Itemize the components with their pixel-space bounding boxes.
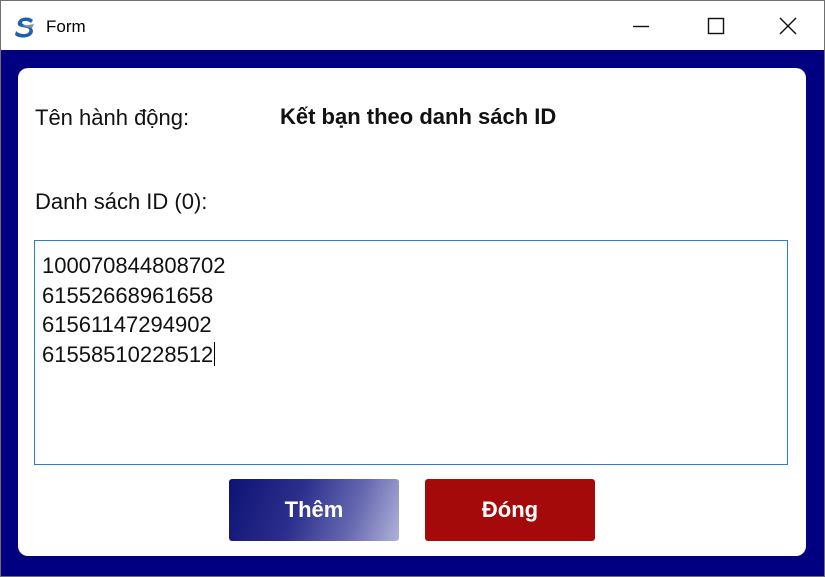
id-line: 61561147294902 <box>42 312 212 337</box>
maximize-icon <box>707 17 725 35</box>
minimize-button[interactable] <box>606 1 676 50</box>
id-line: 100070844808702 <box>42 253 226 278</box>
app-logo-icon <box>15 17 34 38</box>
action-name-value: Kết bạn theo danh sách ID <box>280 104 557 129</box>
action-name-label: Tên hành động: <box>35 105 190 130</box>
window-title: Form <box>46 17 86 36</box>
add-button[interactable]: Thêm <box>229 479 399 541</box>
close-button[interactable]: Đóng <box>425 479 595 541</box>
id-line: 61552668961658 <box>42 282 214 308</box>
close-window-button[interactable] <box>753 1 823 50</box>
title-bar[interactable]: Form <box>1 1 824 50</box>
form-panel: Tên hành động: Kết bạn theo danh sách ID… <box>18 68 806 556</box>
id-list-textarea[interactable]: 100070844808702 61552668961658 615611472… <box>34 240 788 465</box>
id-list-label: Danh sách ID (0): <box>35 189 208 214</box>
id-line: 61558510228512 <box>42 341 214 367</box>
form-window: Form Tên hành động: Kết bạn theo danh sá… <box>0 0 825 577</box>
text-caret <box>214 341 216 366</box>
close-icon <box>779 17 797 35</box>
maximize-button[interactable] <box>681 1 751 50</box>
minimize-icon <box>633 25 649 28</box>
